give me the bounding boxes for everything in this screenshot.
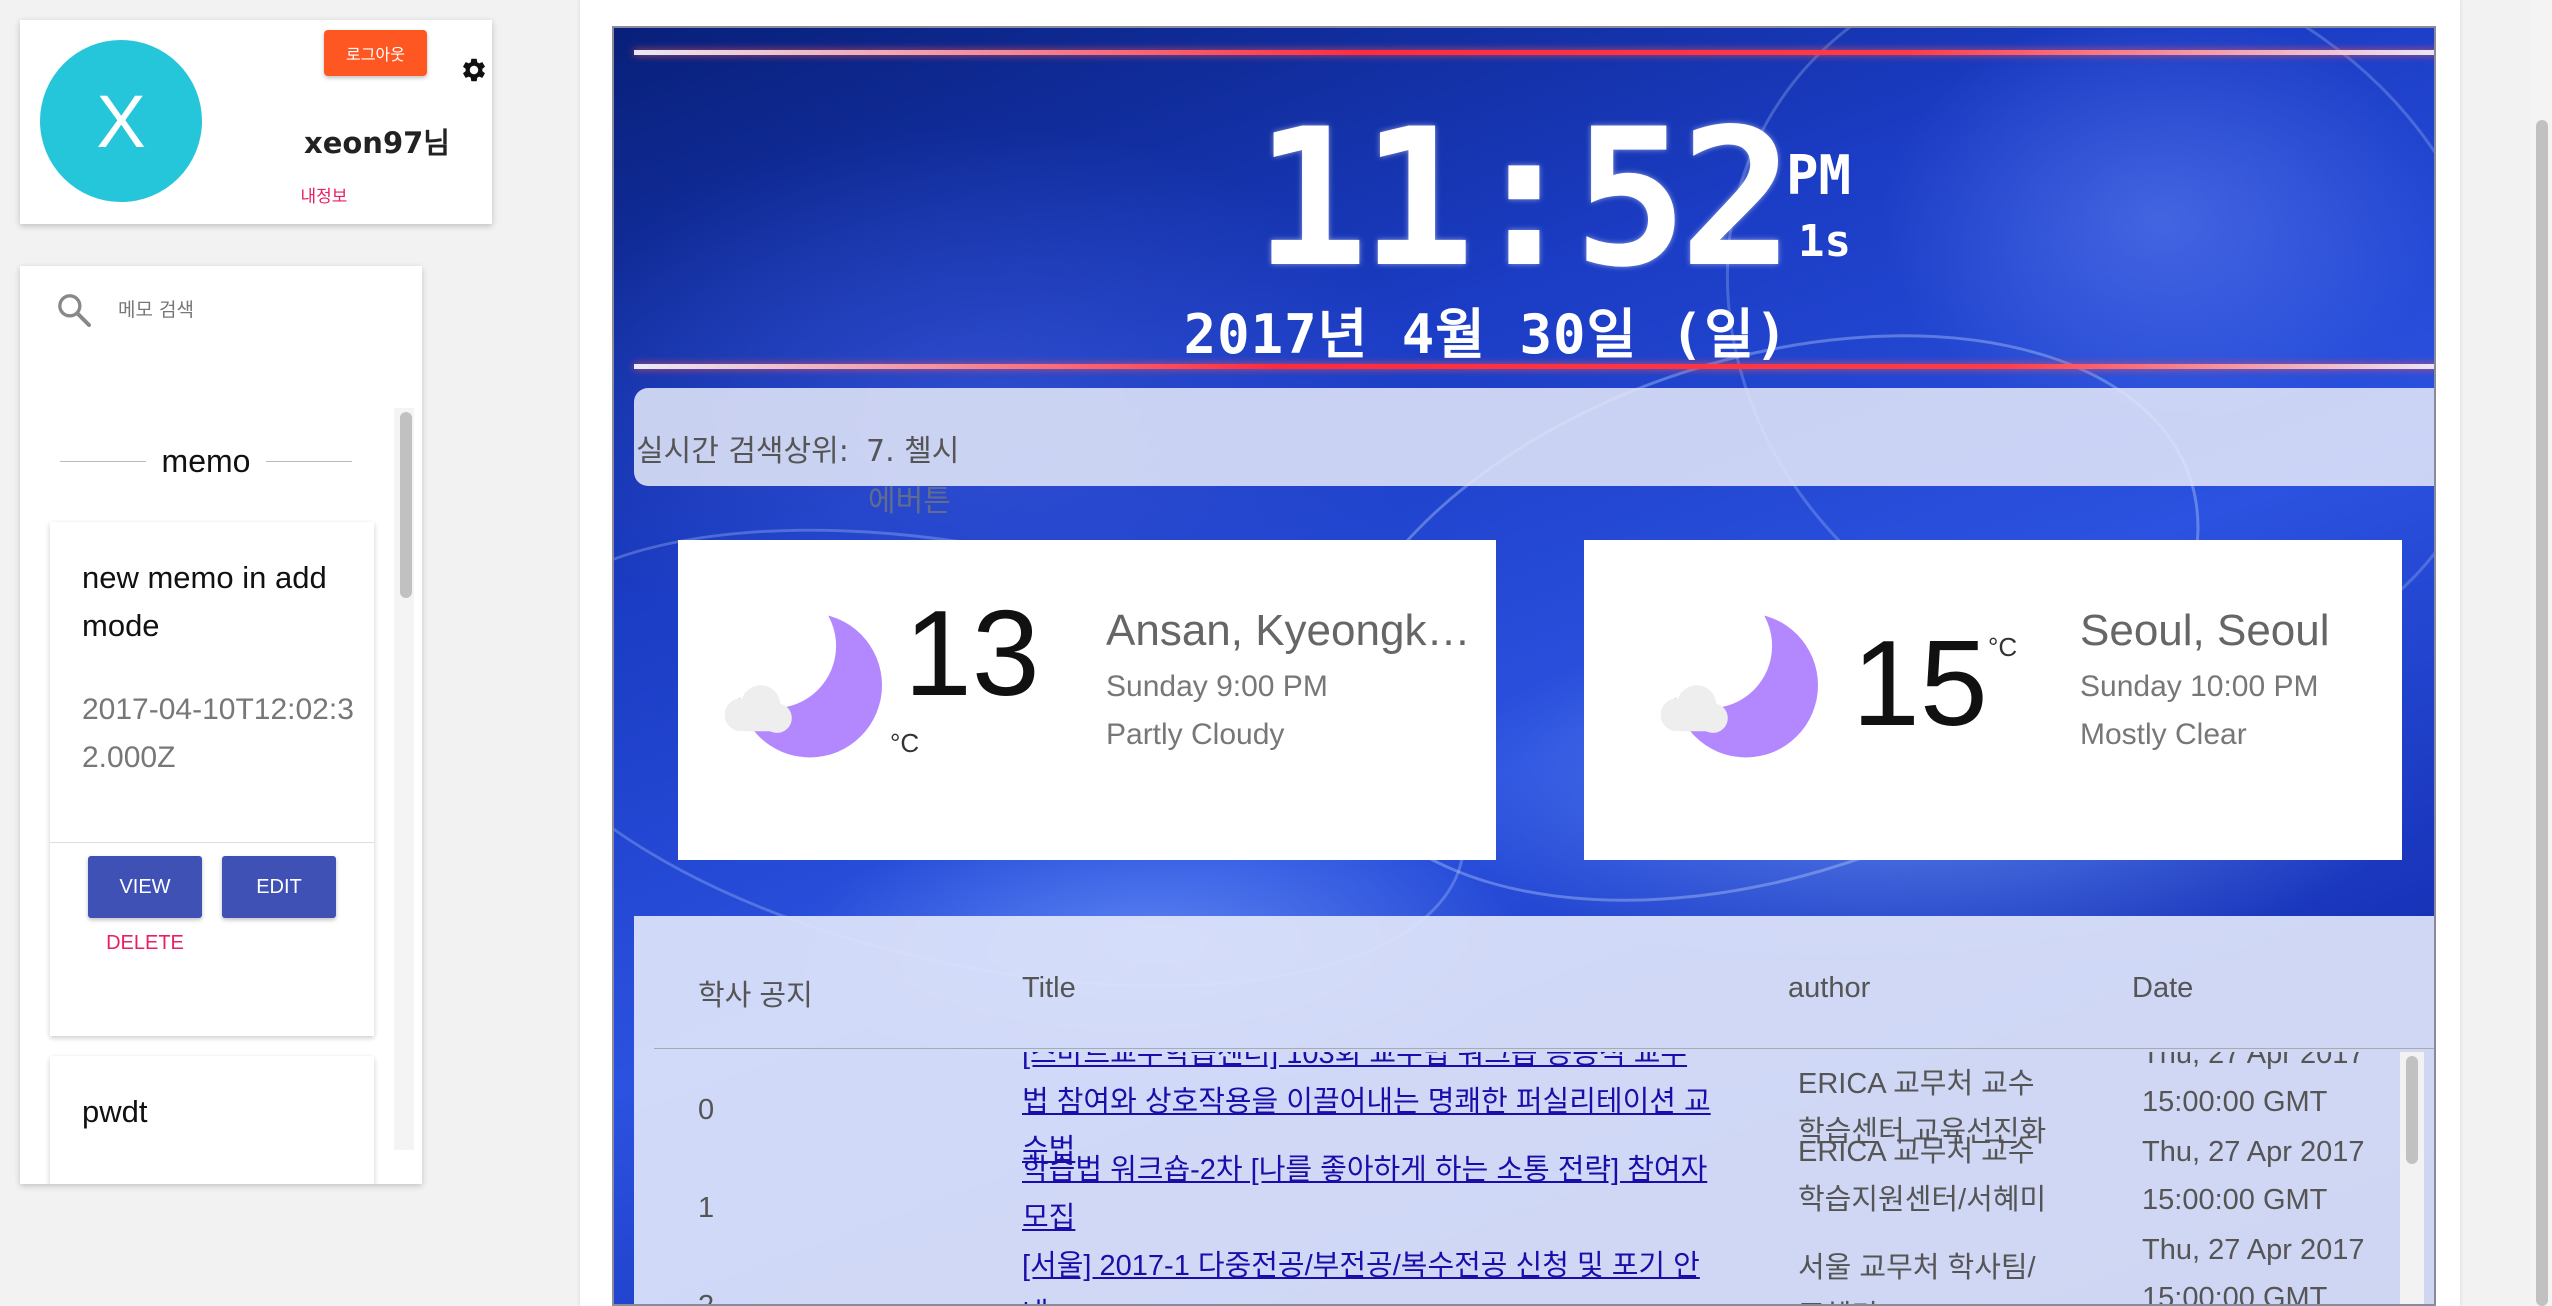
notice-index: 1 — [698, 1192, 715, 1224]
notice-header-author: author — [1788, 972, 1871, 1004]
weather-time: Sunday 10:00 PM — [2080, 670, 2319, 703]
weather-temperature: 13 — [904, 585, 1040, 721]
notice-title-link[interactable]: 학습법 워크숍-2차 [나를 좋아하게 하는 소통 전략] 참여자 모집 — [1022, 1146, 1712, 1242]
weather-condition: Partly Cloudy — [1106, 718, 1285, 751]
moon-cloud-icon — [1660, 613, 1818, 758]
notice-date: Thu, 27 Apr 2017 15:00:00 GMT — [2142, 1052, 2365, 1118]
clock-seconds: 1s — [1798, 216, 1851, 267]
notice-date: Thu, 27 Apr 2017 15:00:00 GMT — [2142, 1136, 2365, 1216]
notice-index: 2 — [698, 1290, 715, 1306]
memo-search-input[interactable] — [118, 288, 398, 332]
notice-author: ERICA 교무처 교수학습지원센터/서혜미 — [1798, 1136, 2047, 1216]
weather-time: Sunday 9:00 PM — [1106, 670, 1328, 703]
weather-location: Seoul, Seoul — [2080, 606, 2330, 655]
divider — [266, 460, 352, 462]
weather-unit: °C — [1988, 632, 2018, 662]
page-scrollbar-thumb[interactable] — [2536, 120, 2548, 1306]
notice-header-date: Date — [2132, 972, 2194, 1004]
notice-index: 0 — [698, 1094, 715, 1126]
divider — [50, 842, 374, 843]
my-info-link[interactable]: 내정보 — [292, 182, 356, 207]
divider — [60, 460, 146, 462]
edit-memo-button[interactable]: EDIT — [222, 856, 336, 918]
notice-table-body: 0 [스마트교수학습센터] 103회 교수법 워크숍 능동적 교수법 참여와 상… — [634, 1052, 2434, 1306]
notice-title-link[interactable]: [서울] 2017-1 다중전공/부전공/복수전공 신청 및 포기 안내 — [1022, 1242, 1712, 1304]
memo-card: pwdt — [50, 1056, 374, 1184]
weather-temperature: 15 — [1852, 615, 1988, 751]
notice-header-title: Title — [1022, 972, 1076, 1004]
trending-item[interactable]: 7. 첼시 — [866, 426, 959, 470]
notice-date: Thu, 27 Apr 2017 15:00:00 GMT — [2142, 1234, 2365, 1306]
moon-cloud-icon — [724, 613, 882, 758]
dashboard: 11:52 PM 1s 2017년 4월 30일 (일) 실시간 검색상위: 7… — [612, 26, 2436, 1306]
neon-divider-top — [634, 50, 2434, 55]
memo-scrollbar-thumb[interactable] — [400, 412, 412, 598]
weather-card: 15 °C Seoul, Seoul Sunday 10:00 PM Mostl… — [1584, 540, 2402, 860]
memo-card: new memo in add mode 2017-04-10T12:02:32… — [50, 522, 374, 1036]
avatar: X — [40, 40, 202, 202]
trending-label: 실시간 검색상위: — [636, 434, 849, 469]
neon-divider-bottom — [634, 364, 2434, 369]
memo-title: new memo in add mode — [82, 560, 327, 643]
weather-card: 13 °C Ansan, Kyeongki-do Sunday 9:00 PM … — [678, 540, 1496, 860]
memo-title: pwdt — [82, 1094, 148, 1129]
clock-date: 2017년 4월 30일 (일) — [1183, 303, 1789, 366]
delete-memo-button[interactable]: DELETE — [88, 932, 202, 955]
memo-panel: memo new memo in add mode 2017-04-10T12:… — [20, 266, 422, 1184]
search-icon — [58, 294, 91, 327]
gear-icon[interactable] — [460, 56, 488, 84]
trending-item-next[interactable]: 에버튼 — [868, 476, 951, 520]
weather-condition: Mostly Clear — [2080, 718, 2247, 751]
username: xeon97님 — [304, 126, 450, 160]
profile-card: X 로그아웃 xeon97님 내정보 — [20, 20, 492, 224]
view-memo-button[interactable]: VIEW — [88, 856, 202, 918]
notice-header-category: 학사 공지 — [698, 980, 813, 1012]
memo-section-title: memo — [161, 442, 251, 479]
clock-time: 11:52 — [1254, 88, 1794, 309]
weather-location: Ansan, Kyeongki-do — [1106, 606, 1478, 655]
logout-button[interactable]: 로그아웃 — [324, 30, 427, 76]
memo-section-header: memo — [60, 443, 352, 479]
notice-author: 서울 교무처 학사팀/조혜리 — [1798, 1252, 2036, 1304]
notice-scrollbar-thumb[interactable] — [2406, 1056, 2418, 1164]
divider — [654, 1048, 2434, 1049]
clock-ampm: PM — [1786, 144, 1852, 207]
memo-date: 2017-04-10T12:02:32.000Z — [82, 693, 354, 774]
weather-unit: °C — [890, 728, 920, 758]
